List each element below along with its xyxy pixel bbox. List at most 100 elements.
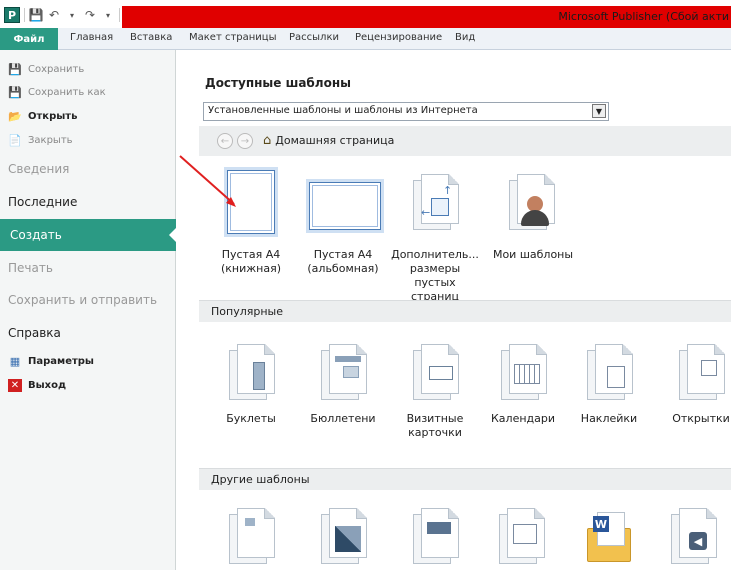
redo-icon[interactable]: ↷ [83,8,97,22]
dropdown-icon[interactable]: ▾ [65,8,79,22]
templates-panel: Доступные шаблоны Установленные шаблоны … [177,50,731,570]
window-title: Microsoft Publisher (Сбой акти [558,10,729,23]
section-popular-title: Популярные [211,305,283,318]
publisher-app-icon[interactable]: P [4,7,20,23]
save-icon: 💾 [8,63,22,76]
nav-save-label: Сохранить [28,64,85,75]
section-other-title: Другие шаблоны [211,473,310,486]
home-link[interactable]: ⌂ Домашняя страница [263,133,394,148]
tile-label-line: Наклейки [580,412,638,425]
tile-brochures[interactable]: Буклеты [205,340,297,440]
newsletter-image [343,366,359,378]
tile-newsletters[interactable]: Бюллетени [297,340,389,440]
tile-label-line: размеры [409,262,461,275]
tab-review[interactable]: Рецензирование [355,32,442,43]
tile-label-line: карточки [408,426,462,439]
nav-print[interactable]: Печать [8,261,53,275]
tile-label-line: (книжная) [220,262,282,275]
nav-options-label: Параметры [28,356,94,367]
tab-mailings[interactable]: Рассылки [289,32,339,43]
tab-page-layout[interactable]: Макет страницы [189,32,277,43]
template-thumbnail-icon[interactable] [413,508,459,564]
forward-icon[interactable]: → [237,133,253,149]
tile-label: Пустая А4 (альбомная) [297,248,389,276]
nav-recent[interactable]: Последние [8,195,77,209]
thumb-table [513,524,537,544]
nav-open[interactable]: 📂 Открыть [8,110,77,123]
section-other-templates: Другие шаблоны [199,468,731,490]
nav-open-label: Открыть [28,111,78,122]
toolbar-divider [24,8,25,22]
stamp-shape [701,360,717,376]
chevron-down-icon[interactable]: ▼ [592,104,606,118]
tab-view[interactable]: Вид [455,32,475,43]
tile-label-line: Пустая А4 [313,248,373,261]
calendar-icon [501,344,547,400]
label-sheet [607,366,625,388]
template-thumbnail-icon[interactable] [321,508,367,564]
tile-label: Буклеты [205,412,297,426]
template-thumbnail-icon[interactable]: ◀ [671,508,717,564]
dropdown-value: Установленные шаблоны и шаблоны из Интер… [208,105,478,116]
brochure-icon [229,344,275,400]
dropdown-icon[interactable]: ▾ [101,8,115,22]
nav-save-as[interactable]: 💾 Сохранить как [8,86,106,99]
tile-label: Календари [477,412,569,426]
business-card-icon [413,344,459,400]
landscape-page-icon [309,182,381,230]
tile-blank-a4-portrait[interactable]: Пустая А4 (книжная) [205,170,297,280]
tab-insert[interactable]: Вставка [130,32,172,43]
nav-exit[interactable]: ✕ Выход [8,379,66,392]
selection-pointer [169,227,177,243]
home-label: Домашняя страница [275,134,395,147]
tile-labels[interactable]: Наклейки [563,340,655,440]
save-icon[interactable]: 💾 [29,8,44,22]
undo-icon[interactable]: ↶ [47,8,61,22]
arrow-left-icon: ← [421,206,431,219]
tile-label: Открытки [655,412,731,426]
newsletter-icon [321,344,367,400]
nav-options[interactable]: ▦ Параметры [8,355,94,368]
my-templates-icon [509,174,555,230]
thumb-image [245,518,255,526]
toolbar-divider [119,8,120,22]
nav-save-as-label: Сохранить как [28,87,106,98]
nav-close[interactable]: 📄 Закрыть [8,134,73,147]
template-thumbnail-icon[interactable] [229,508,275,564]
tile-label-line: Визитные [406,412,464,425]
home-icon: ⌂ [263,133,272,148]
import-arrow-icon: ◀ [689,532,707,550]
nav-create-selected[interactable]: Создать [0,219,177,251]
template-thumbnail-icon[interactable] [499,508,545,564]
template-source-dropdown[interactable]: Установленные шаблоны и шаблоны из Интер… [203,102,609,121]
tile-postcards[interactable]: Открытки [655,340,731,440]
tile-calendars[interactable]: Календари [477,340,569,440]
tile-label: Дополнитель... размеры пустых страниц [389,248,481,304]
nav-save-send[interactable]: Сохранить и отправить [8,293,157,307]
tab-home[interactable]: Главная [70,32,113,43]
available-templates-heading: Доступные шаблоны [205,76,351,90]
nav-help[interactable]: Справка [8,326,61,340]
tile-blank-a4-landscape[interactable]: Пустая А4 (альбомная) [297,170,389,280]
tile-my-templates[interactable]: Мои шаблоны [487,170,579,280]
nav-save[interactable]: 💾 Сохранить [8,63,84,76]
tile-label-line: Пустая А4 [221,248,281,261]
tile-label-line: Буклеты [226,412,276,425]
postcard-icon [679,344,725,400]
size-frame [431,198,449,216]
exit-icon: ✕ [8,379,22,392]
nav-info[interactable]: Сведения [8,162,69,176]
tile-label-line: (альбомная) [307,262,379,275]
back-icon[interactable]: ← [217,133,233,149]
save-as-icon: 💾 [8,86,22,99]
tile-label: Мои шаблоны [487,248,579,262]
word-folder-icon[interactable]: W [583,512,631,564]
tile-label: Наклейки [563,412,655,426]
tile-custom-page-sizes[interactable]: ↑ ← Дополнитель... размеры пустых страни… [389,170,481,303]
tile-business-cards[interactable]: Визитные карточки [389,340,481,450]
nav-close-label: Закрыть [28,135,73,146]
title-bar: P 💾 ↶ ▾ ↷ ▾ Microsoft Publisher (Сбой ак… [0,0,731,28]
folder-open-icon: 📂 [8,110,22,123]
tile-label-line: Дополнитель... [391,248,479,261]
tab-file[interactable]: Файл [0,28,58,50]
